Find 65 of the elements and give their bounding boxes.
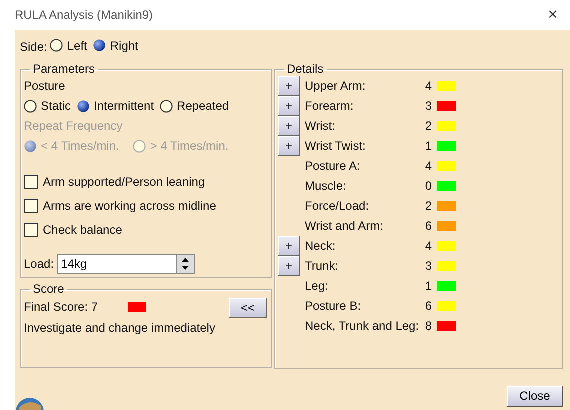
- score-message: Investigate and change immediately: [24, 321, 216, 335]
- expand-button[interactable]: +: [278, 136, 300, 156]
- detail-label: Posture A:: [305, 159, 362, 173]
- detail-score: 2: [424, 199, 432, 213]
- collapse-button[interactable]: <<: [229, 298, 267, 318]
- checkbox-label: Arms are working across midline: [43, 199, 216, 213]
- expand-button[interactable]: +: [278, 256, 300, 276]
- detail-score: 1: [424, 139, 432, 153]
- panel-title: Details: [286, 62, 325, 76]
- checkbox-label: Arm supported/Person leaning: [43, 175, 206, 189]
- radio-label: Repeated: [177, 99, 230, 113]
- close-button[interactable]: Close: [507, 386, 563, 406]
- checkbox[interactable]: [24, 175, 38, 189]
- detail-label: Muscle:: [305, 179, 348, 193]
- detail-label: Forearm:: [305, 99, 355, 113]
- radio-label: Static: [41, 99, 72, 113]
- radio-button[interactable]: [93, 39, 106, 52]
- checkbox-label: Check balance: [43, 223, 122, 237]
- posture-label: Posture: [24, 79, 66, 93]
- radio-button[interactable]: [77, 100, 90, 112]
- detail-score: 3: [424, 259, 432, 273]
- load-label: Load:: [24, 257, 54, 271]
- detail-score: 4: [424, 79, 432, 93]
- detail-score: 4: [424, 159, 432, 173]
- detail-label: Upper Arm:: [305, 79, 367, 93]
- detail-label: Neck:: [305, 239, 337, 253]
- detail-score: 6: [424, 299, 432, 313]
- detail-score: 2: [424, 119, 432, 133]
- detail-label: Force/Load:: [305, 199, 370, 213]
- detail-label: Posture B:: [305, 299, 362, 313]
- detail-score: 1: [424, 279, 432, 293]
- detail-label: Neck, Trunk and Leg:: [305, 319, 420, 333]
- detail-label: Trunk:: [305, 259, 340, 273]
- detail-score: 6: [424, 219, 432, 233]
- detail-label: Leg:: [305, 279, 330, 293]
- panel-title: Score: [32, 282, 66, 296]
- spinner-icon[interactable]: [177, 254, 196, 274]
- detail-score: 8: [424, 319, 432, 333]
- load-field[interactable]: 14kg: [57, 254, 178, 274]
- frequency-label: Repeat Frequency: [24, 119, 123, 133]
- detail-score: 4: [424, 239, 432, 253]
- final-score: Final Score: 7: [24, 300, 98, 314]
- radio-label: > 4 Times/min.: [150, 139, 229, 153]
- detail-label: Wrist and Arm:: [305, 219, 384, 233]
- expand-button[interactable]: +: [278, 76, 300, 96]
- radio-button[interactable]: [50, 39, 64, 52]
- window-title: RULA Analysis (Manikin9): [15, 8, 154, 22]
- expand-button[interactable]: +: [278, 96, 300, 116]
- radio-button[interactable]: [160, 100, 174, 112]
- radio-label: Right: [110, 38, 138, 53]
- expand-button[interactable]: +: [278, 116, 300, 136]
- side-label: Side:: [20, 40, 48, 54]
- detail-score: 3: [424, 99, 432, 113]
- radio-label: Left: [67, 38, 88, 53]
- detail-score: 0: [424, 179, 432, 193]
- close-icon[interactable]: ×: [548, 5, 558, 25]
- radio-button[interactable]: [24, 100, 37, 112]
- expand-button[interactable]: +: [278, 236, 300, 256]
- detail-label: Wrist:: [305, 119, 336, 133]
- panel-title: Parameters: [32, 62, 96, 76]
- radio-label: < 4 Times/min.: [41, 139, 120, 153]
- checkbox[interactable]: [24, 199, 38, 213]
- radio-label: Intermittent: [94, 99, 154, 113]
- detail-label: Wrist Twist:: [305, 139, 367, 153]
- checkbox[interactable]: [24, 223, 38, 237]
